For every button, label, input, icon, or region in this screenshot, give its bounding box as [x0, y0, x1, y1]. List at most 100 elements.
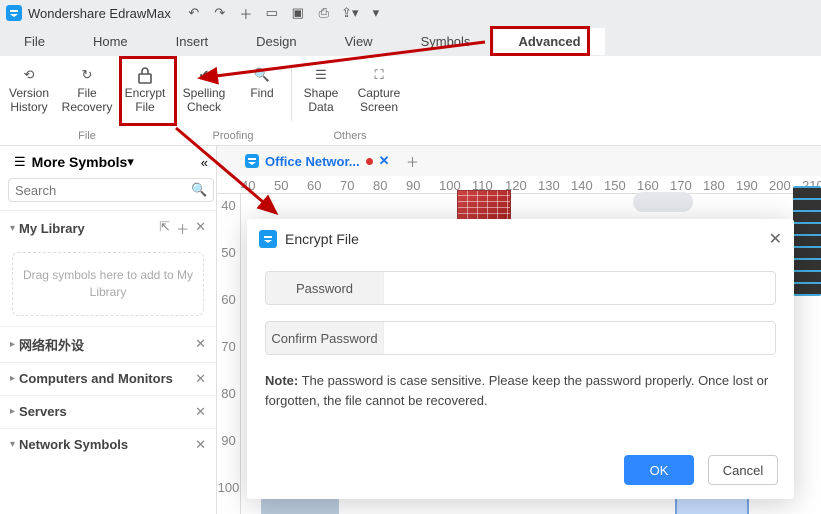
- close-icon[interactable]: ✕: [195, 336, 206, 352]
- lock-icon: [134, 64, 156, 86]
- doc-tab-office-network[interactable]: Office Networ... ✕: [237, 149, 398, 173]
- ribbon-group-caption: File: [78, 124, 96, 145]
- search-input[interactable]: [15, 183, 191, 198]
- router-shape[interactable]: [633, 192, 693, 212]
- confirm-password-input[interactable]: [384, 322, 775, 354]
- clock-rotate-icon: ⟲: [18, 64, 40, 86]
- hamburger-icon[interactable]: ☰: [14, 154, 26, 170]
- print-icon[interactable]: ⎙: [317, 6, 331, 20]
- plus-icon[interactable]: ＋: [176, 219, 189, 238]
- sidebar: ☰ More Symbols▾ « 🔍 ⇄ ▾ My Library ⇱ ＋ ✕…: [0, 146, 217, 514]
- server-rack-shape[interactable]: [793, 186, 821, 296]
- chevron-down-icon[interactable]: ▾: [127, 154, 134, 170]
- section-label: 网络和外设: [19, 335, 195, 354]
- ruler-horizontal: 4050607080901001101201301401501601701801…: [217, 176, 821, 194]
- chevron-right-icon: ▸: [10, 406, 15, 417]
- section-head-net-cn[interactable]: ▸ 网络和外设 ✕: [0, 327, 216, 362]
- chevron-down-icon: ▾: [10, 439, 15, 450]
- close-icon[interactable]: ✕: [195, 371, 206, 387]
- section-head-servers[interactable]: ▸ Servers ✕: [0, 396, 216, 428]
- ribbon-group-proofing: ✔ Spelling Check 🔍 Find Proofing: [175, 56, 291, 145]
- crop-icon: ⛶: [368, 64, 390, 86]
- refresh-icon: ↻: [76, 64, 98, 86]
- section-network-symbols: ▾ Network Symbols ✕: [0, 428, 216, 461]
- section-servers: ▸ Servers ✕: [0, 395, 216, 428]
- search-box[interactable]: 🔍: [8, 178, 214, 202]
- close-tab-icon[interactable]: ✕: [379, 153, 390, 169]
- section-label: My Library: [19, 221, 159, 236]
- export-icon[interactable]: ⇪▾: [343, 6, 357, 20]
- shape-data-button[interactable]: ☰ Shape Data: [292, 56, 350, 124]
- dialog-close-button[interactable]: ✕: [769, 229, 782, 249]
- app-title: Wondershare EdrawMax: [28, 6, 171, 21]
- password-row: Password: [265, 271, 776, 305]
- section-label: Network Symbols: [19, 437, 195, 452]
- ribbon-group-file: ⟲ Version History ↻ File Recovery Encryp…: [0, 56, 174, 145]
- note-label: Note:: [265, 373, 298, 388]
- version-history-button[interactable]: ⟲ Version History: [0, 56, 58, 124]
- export-library-icon[interactable]: ⇱: [159, 219, 170, 238]
- collapse-sidebar-icon[interactable]: «: [201, 155, 208, 170]
- undo-icon[interactable]: ↶: [187, 6, 201, 20]
- confirm-password-label: Confirm Password: [266, 322, 384, 354]
- section-label: Computers and Monitors: [19, 371, 195, 386]
- chevron-down-icon: ▾: [10, 223, 15, 234]
- abc-check-icon: ✔: [193, 64, 215, 86]
- close-icon[interactable]: ✕: [195, 219, 206, 238]
- file-recovery-button[interactable]: ↻ File Recovery: [58, 56, 116, 124]
- tab-insert[interactable]: Insert: [152, 28, 233, 55]
- app-logo: [6, 5, 22, 21]
- password-input[interactable]: [384, 272, 775, 304]
- tab-view[interactable]: View: [321, 28, 397, 55]
- section-head-my-library[interactable]: ▾ My Library ⇱ ＋ ✕: [0, 211, 216, 246]
- add-tab-button[interactable]: ＋: [404, 152, 422, 170]
- magnify-icon: 🔍: [251, 64, 273, 86]
- find-button[interactable]: 🔍 Find: [233, 56, 291, 124]
- section-head-computers[interactable]: ▸ Computers and Monitors ✕: [0, 363, 216, 395]
- encrypt-file-dialog: Encrypt File ✕ Password Confirm Password…: [247, 219, 794, 499]
- doc-tab-label: Office Networ...: [265, 154, 360, 169]
- capture-screen-button[interactable]: ⛶ Capture Screen: [350, 56, 408, 124]
- note-text: Note: The password is case sensitive. Pl…: [265, 371, 776, 410]
- spelling-check-button[interactable]: ✔ Spelling Check: [175, 56, 233, 124]
- new-icon[interactable]: ＋: [239, 6, 253, 20]
- unsaved-dot-icon: [366, 158, 373, 165]
- dialog-header: Encrypt File ✕: [247, 219, 794, 259]
- chevron-right-icon: ▸: [10, 373, 15, 384]
- sidebar-header: ☰ More Symbols▾ «: [0, 146, 216, 178]
- close-icon[interactable]: ✕: [195, 437, 206, 453]
- cancel-button[interactable]: Cancel: [708, 455, 778, 485]
- note-body: The password is case sensitive. Please k…: [265, 373, 768, 408]
- redo-icon[interactable]: ↷: [213, 6, 227, 20]
- tab-advanced[interactable]: Advanced: [494, 28, 604, 55]
- ribbon-group-caption: Others: [333, 124, 366, 145]
- tab-symbols[interactable]: Symbols: [397, 28, 495, 55]
- ok-button[interactable]: OK: [624, 455, 694, 485]
- ribbon: ⟲ Version History ↻ File Recovery Encryp…: [0, 56, 821, 146]
- search-icon[interactable]: 🔍: [191, 182, 207, 198]
- ribbon-group-others: ☰ Shape Data ⛶ Capture Screen Others: [292, 56, 408, 145]
- section-computers: ▸ Computers and Monitors ✕: [0, 362, 216, 395]
- list-icon: ☰: [310, 64, 332, 86]
- edraw-doc-icon: [245, 154, 259, 168]
- close-icon[interactable]: ✕: [195, 404, 206, 420]
- document-tabs: Office Networ... ✕ ＋: [217, 146, 821, 176]
- firewall-shape[interactable]: [457, 190, 511, 220]
- confirm-password-row: Confirm Password: [265, 321, 776, 355]
- open-icon[interactable]: ▭: [265, 6, 279, 20]
- menu-tabs: File Home Insert Design View Symbols Adv…: [0, 26, 821, 56]
- tab-home[interactable]: Home: [69, 28, 152, 55]
- title-bar: Wondershare EdrawMax ↶ ↷ ＋ ▭ ▣ ⎙ ⇪▾ ▾: [0, 0, 821, 26]
- save-icon[interactable]: ▣: [291, 6, 305, 20]
- tab-design[interactable]: Design: [232, 28, 320, 55]
- ruler-vertical: 405060708090100110120: [217, 194, 241, 514]
- dialog-title: Encrypt File: [285, 231, 359, 247]
- ribbon-group-caption: Proofing: [213, 124, 254, 145]
- library-dropzone[interactable]: Drag symbols here to add to My Library: [12, 252, 204, 316]
- section-label: Servers: [19, 404, 195, 419]
- more-qat-icon[interactable]: ▾: [369, 6, 383, 20]
- encrypt-file-button[interactable]: Encrypt File: [116, 56, 174, 124]
- password-label: Password: [266, 272, 384, 304]
- section-head-network-symbols[interactable]: ▾ Network Symbols ✕: [0, 429, 216, 461]
- tab-file[interactable]: File: [0, 28, 69, 55]
